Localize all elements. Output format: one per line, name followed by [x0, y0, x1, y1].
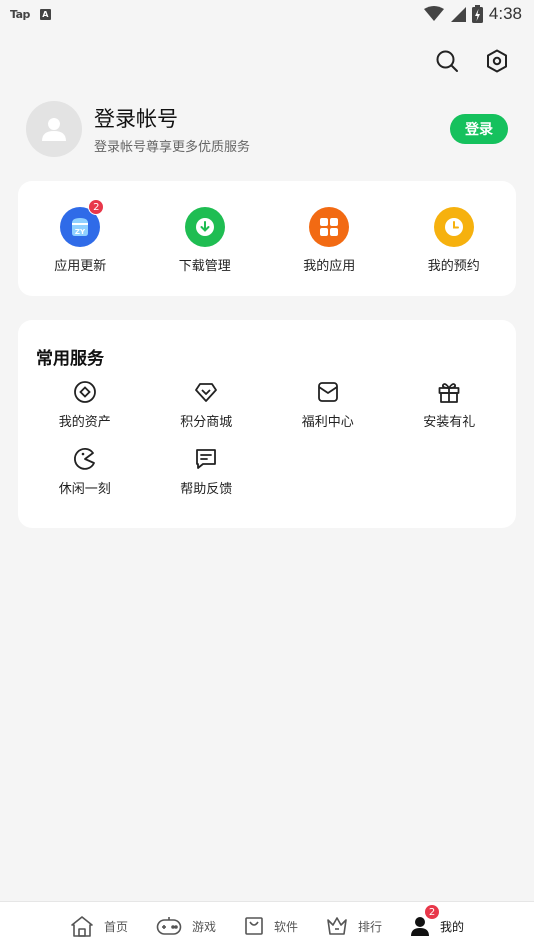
my-apps-label: 我的应用 — [303, 259, 356, 274]
service-label: 安装有礼 — [423, 415, 476, 430]
services-title: 常用服务 — [36, 349, 104, 369]
download-manager-entry[interactable]: 下载管理 — [155, 207, 255, 274]
gift-icon — [436, 379, 462, 405]
tap-logo: Tap — [10, 7, 30, 21]
app-update-badge: 2 — [88, 199, 105, 215]
nav-label: 排行 — [358, 919, 383, 934]
login-subtitle: 登录帐号尊享更多优质服务 — [94, 139, 251, 155]
reservation-label: 我的预约 — [427, 259, 480, 274]
download-icon — [184, 207, 225, 247]
nav-label: 首页 — [103, 919, 128, 934]
service-install-gift[interactable]: 安装有礼 — [389, 379, 511, 430]
nav-software[interactable]: 软件 — [244, 916, 298, 936]
app-update-entry[interactable]: ZY 2 应用更新 — [30, 199, 130, 274]
clock-time: 4:38 — [488, 4, 522, 23]
service-label: 休闲一刻 — [58, 482, 111, 497]
service-points-mall[interactable]: 积分商城 — [146, 379, 268, 430]
login-button[interactable]: 登录 — [450, 114, 508, 144]
notification-a-icon: A — [39, 8, 51, 20]
cell-signal-icon — [450, 7, 466, 22]
crown-icon — [327, 917, 347, 935]
service-welfare-center[interactable]: 福利中心 — [267, 379, 389, 430]
search-icon — [436, 50, 458, 72]
service-help-feedback[interactable]: 帮助反馈 — [146, 446, 268, 497]
casual-game-icon — [72, 446, 98, 472]
battery-icon — [471, 5, 483, 23]
software-bag-icon — [245, 917, 263, 935]
welfare-icon — [315, 379, 341, 405]
nav-ranking[interactable]: 排行 — [326, 916, 382, 936]
my-apps-icon — [309, 207, 350, 247]
profile-header: 登录帐号 登录帐号尊享更多优质服务 登录 — [26, 100, 508, 158]
services-card: 常用服务 我的资产 积分商城 福利中心 安装有礼 休闲一刻 帮助反馈 — [18, 320, 516, 528]
nav-mine-badge: 2 — [424, 904, 441, 920]
download-manager-label: 下载管理 — [178, 259, 231, 274]
gamepad-icon — [156, 917, 182, 935]
service-label: 我的资产 — [58, 415, 111, 430]
assets-icon — [72, 379, 98, 405]
service-label: 积分商城 — [180, 415, 233, 430]
service-label: 帮助反馈 — [180, 482, 233, 497]
default-avatar-icon — [42, 118, 66, 141]
top-actions — [434, 48, 510, 74]
home-icon — [71, 916, 93, 937]
my-apps-entry[interactable]: 我的应用 — [279, 207, 379, 274]
reservation-entry[interactable]: 我的预约 — [404, 207, 504, 274]
points-mall-icon — [193, 379, 219, 405]
nav-label: 我的 — [440, 919, 465, 934]
app-update-label: 应用更新 — [54, 259, 107, 274]
apps-card: ZY 2 应用更新 下载管理 我的应用 我的预约 — [18, 181, 516, 296]
settings-button[interactable] — [484, 48, 510, 74]
status-bar: Tap A 4:38 — [0, 0, 534, 28]
profile-icon — [411, 917, 430, 936]
settings-hexagon-icon — [487, 49, 507, 73]
nav-games[interactable]: 游戏 — [156, 916, 216, 936]
nav-label: 软件 — [273, 919, 298, 934]
service-my-assets[interactable]: 我的资产 — [24, 379, 146, 430]
wifi-icon — [423, 6, 444, 21]
avatar[interactable] — [26, 101, 82, 157]
nav-mine[interactable]: 2 我的 — [410, 904, 465, 936]
app-update-icon: ZY 2 — [60, 199, 105, 247]
login-title[interactable]: 登录帐号 — [94, 104, 450, 134]
nav-home[interactable]: 首页 — [70, 915, 128, 937]
service-label: 福利中心 — [301, 415, 354, 430]
reservation-icon — [433, 207, 474, 247]
svg-text:ZY: ZY — [75, 228, 86, 236]
bottom-nav: 首页 游戏 软件 排行 2 我的 — [0, 901, 534, 950]
service-casual-moment[interactable]: 休闲一刻 — [24, 446, 146, 497]
nav-label: 游戏 — [191, 919, 216, 934]
search-button[interactable] — [434, 48, 460, 74]
feedback-icon — [193, 446, 219, 472]
